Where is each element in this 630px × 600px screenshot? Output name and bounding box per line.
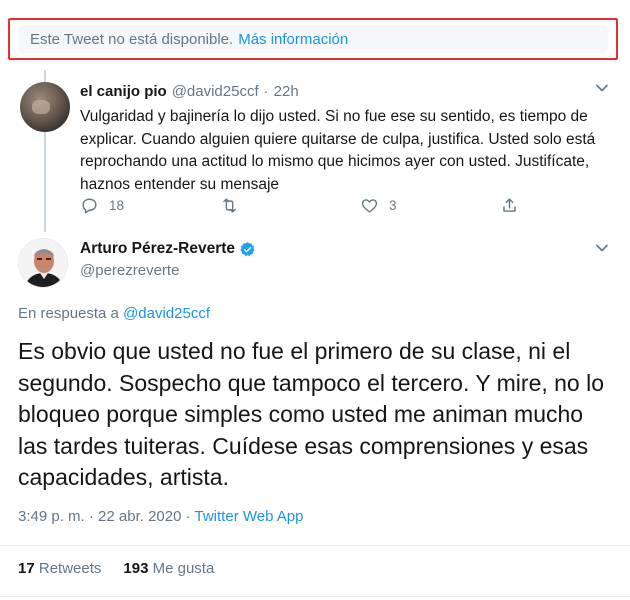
tweet-time[interactable]: 22h	[274, 83, 299, 100]
unavailable-text: Este Tweet no está disponible.	[30, 30, 234, 48]
tweet-stats: 17 Retweets 193 Me gusta	[18, 560, 214, 577]
reply-icon	[82, 198, 97, 214]
share-icon	[503, 198, 516, 212]
like-button[interactable]: 3	[360, 196, 397, 215]
user-handle[interactable]: @david25ccf	[172, 83, 259, 100]
verified-badge-icon	[240, 241, 255, 256]
divider	[0, 596, 630, 597]
unavailable-tweet-notice: Este Tweet no está disponible. Más infor…	[18, 25, 608, 53]
unavailable-tweet-highlight: Este Tweet no está disponible. Más infor…	[8, 18, 618, 60]
retweet-icon	[223, 198, 236, 213]
chevron-down-icon[interactable]	[594, 240, 610, 256]
avatar[interactable]	[18, 238, 68, 288]
avatar[interactable]	[20, 82, 70, 132]
like-count: 3	[389, 198, 397, 213]
retweet-button[interactable]	[220, 196, 249, 215]
main-tweet-text: Es obvio que usted no fue el primero de …	[18, 338, 605, 490]
avatar-photo	[19, 239, 67, 287]
reply-context: En respuesta a @david25ccf	[18, 305, 210, 322]
likes-count: 193	[123, 560, 149, 577]
retweets-label: Retweets	[38, 560, 102, 577]
reply-tweet-text: Vulgaridad y bajinería lo dijo usted. Si…	[80, 108, 596, 193]
reply-tweet-header: el canijo pio @david25ccf · 22h	[80, 83, 299, 100]
reply-prefix: En respuesta a	[18, 305, 119, 322]
more-info-link[interactable]: Más información	[238, 31, 348, 48]
thread-line-connector	[44, 132, 46, 232]
avatar-photo	[32, 100, 50, 114]
tweet-source-link[interactable]: Twitter Web App	[195, 508, 304, 525]
user-handle[interactable]: @perezreverte	[80, 262, 179, 279]
heart-icon	[361, 199, 378, 213]
retweets-stat[interactable]: 17 Retweets	[18, 560, 101, 577]
retweets-count: 17	[18, 560, 35, 577]
tweet-timestamp[interactable]: 3:49 p. m. · 22 abr. 2020 ·	[18, 508, 191, 525]
tweet-actions: 18 3	[80, 196, 540, 218]
user-name-row: Arturo Pérez-Reverte	[80, 240, 256, 258]
likes-stat[interactable]: 193 Me gusta	[123, 560, 214, 577]
reply-to-link[interactable]: @david25ccf	[123, 305, 210, 322]
likes-label: Me gusta	[152, 560, 215, 577]
tweet-timestamp-row: 3:49 p. m. · 22 abr. 2020 · Twitter Web …	[18, 508, 303, 525]
divider	[0, 545, 630, 546]
separator: ·	[263, 83, 269, 100]
share-button[interactable]	[500, 196, 519, 215]
user-name[interactable]: Arturo Pérez-Reverte	[80, 240, 235, 258]
reply-count: 18	[109, 198, 125, 213]
user-name[interactable]: el canijo pio	[80, 83, 167, 100]
chevron-down-icon[interactable]	[594, 80, 610, 96]
reply-button[interactable]: 18	[80, 196, 124, 215]
